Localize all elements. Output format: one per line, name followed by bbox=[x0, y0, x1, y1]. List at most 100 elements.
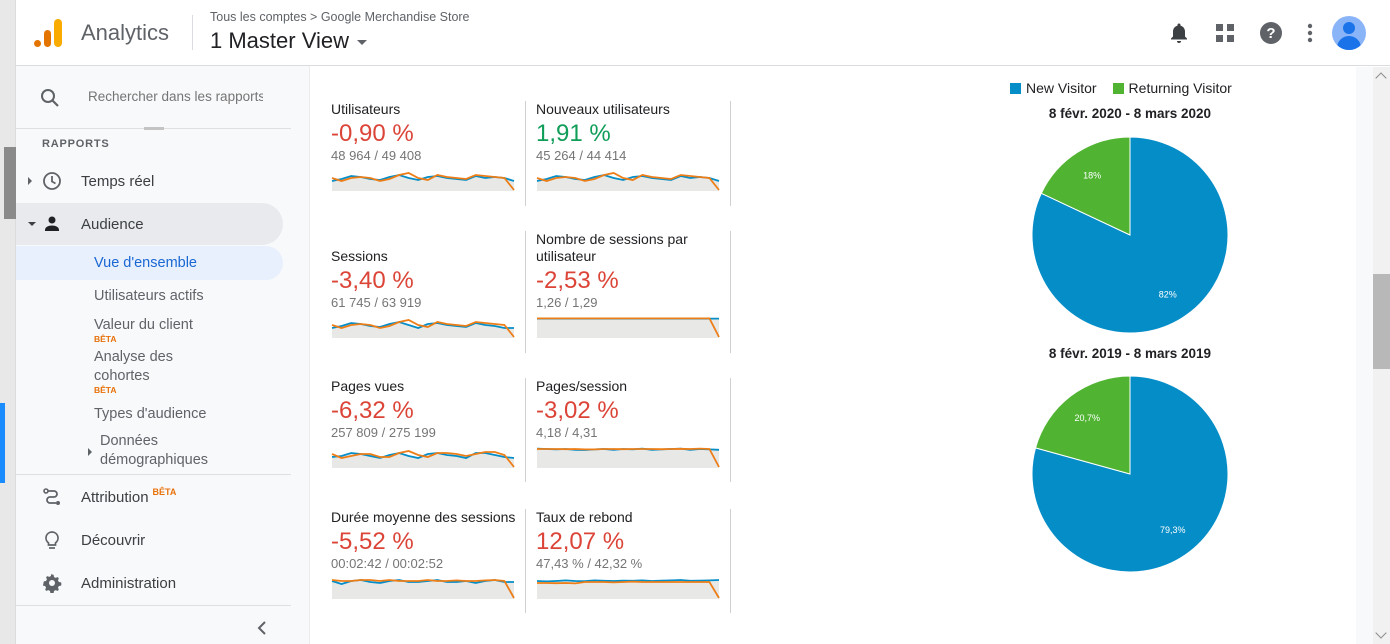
metric-change: -2,53 % bbox=[536, 267, 619, 294]
label-line2: démographiques bbox=[100, 452, 209, 468]
help-button[interactable]: ? bbox=[1248, 14, 1294, 52]
metric-change: -5,52 % bbox=[331, 528, 414, 555]
metric-values: 45 264 / 44 414 bbox=[536, 148, 627, 163]
notifications-button[interactable] bbox=[1156, 14, 1202, 52]
sparkline bbox=[331, 319, 515, 338]
sidebar-divider bbox=[16, 605, 291, 606]
apps-button[interactable] bbox=[1202, 14, 1248, 52]
search-icon bbox=[41, 89, 59, 107]
top-header: Analytics Tous les comptes > Google Merc… bbox=[16, 0, 1390, 66]
sidebar: RAPPORTS Temps réel Audience Vue d'ensem… bbox=[16, 66, 310, 644]
app-name: Analytics bbox=[81, 20, 170, 45]
sidebar-subitem-cohort-analysis[interactable]: Analyse des cohortes BÊTA bbox=[16, 348, 283, 398]
sidebar-subitem-customer-value[interactable]: Valeur du client BÊTA bbox=[16, 316, 283, 344]
subitem-label: Utilisateurs actifs bbox=[94, 288, 204, 304]
left-scroll-thumb[interactable] bbox=[4, 147, 16, 219]
sidebar-item-label: Temps réel bbox=[81, 172, 155, 190]
label-line2: cohortes bbox=[94, 368, 150, 384]
subitem-label: Données démographiques bbox=[100, 432, 208, 470]
scroll-down-icon[interactable] bbox=[1375, 627, 1387, 639]
sparkline-area bbox=[332, 580, 514, 599]
collapse-arrow-icon bbox=[28, 222, 36, 226]
analytics-logo-icon[interactable] bbox=[34, 17, 64, 47]
account-avatar[interactable] bbox=[1332, 16, 1366, 50]
label-line1: Analyse des bbox=[94, 349, 173, 365]
sparkline bbox=[537, 317, 720, 338]
sparkline bbox=[331, 579, 515, 599]
collapse-sidebar-button[interactable] bbox=[257, 621, 267, 640]
legend-label: New Visitor bbox=[1026, 80, 1097, 96]
page-scrollbar[interactable] bbox=[1373, 67, 1390, 644]
metric-title: Pages/session bbox=[536, 378, 628, 394]
bell-icon bbox=[1171, 23, 1187, 43]
gear-icon bbox=[42, 573, 62, 593]
label-text: Valeur du client bbox=[94, 317, 193, 333]
metric-values: 47,43 % / 42,32 % bbox=[536, 556, 643, 571]
beta-badge: BÊTA bbox=[152, 486, 177, 497]
metric-change: -3,02 % bbox=[536, 397, 619, 424]
metric-title: Nombre de sessions par utilisateur bbox=[536, 231, 730, 265]
edge-highlight bbox=[0, 403, 5, 483]
content-gutter bbox=[1356, 67, 1373, 644]
tile-separator bbox=[730, 509, 731, 613]
view-selector[interactable]: 1 Master View bbox=[210, 28, 367, 54]
browser-edge bbox=[0, 0, 16, 644]
metric-pages-per-session[interactable]: Pages/session -3,02 % 4,18 / 4,31 bbox=[536, 378, 730, 468]
tile-separator bbox=[525, 378, 526, 482]
sparkline bbox=[536, 172, 720, 191]
sidebar-subitem-active-users[interactable]: Utilisateurs actifs bbox=[16, 287, 283, 309]
caret-down-icon bbox=[356, 40, 367, 45]
metric-bounce-rate[interactable]: Taux de rebond 12,07 % 47,43 % / 42,32 % bbox=[536, 509, 730, 599]
legend-swatch-returning bbox=[1112, 82, 1124, 94]
metric-change: 12,07 % bbox=[536, 528, 625, 555]
metric-new-users[interactable]: Nouveaux utilisateurs 1,91 % 45 264 / 44… bbox=[536, 101, 730, 191]
more-options-button[interactable] bbox=[1294, 14, 1326, 52]
sidebar-item-attribution[interactable]: Attribution BÊTA bbox=[16, 476, 283, 518]
breadcrumb[interactable]: Tous les comptes > Google Merchandise St… bbox=[210, 10, 470, 24]
sidebar-item-audience[interactable]: Audience bbox=[16, 203, 283, 245]
metric-values: 4,18 / 4,31 bbox=[536, 425, 598, 440]
scroll-up-icon[interactable] bbox=[1375, 72, 1387, 84]
person-icon bbox=[45, 216, 59, 231]
sidebar-item-realtime[interactable]: Temps réel bbox=[16, 160, 283, 202]
attribution-icon bbox=[43, 488, 60, 505]
sidebar-item-label: Administration bbox=[81, 574, 177, 592]
help-icon: ? bbox=[1260, 22, 1282, 44]
label-line1: Données bbox=[100, 433, 159, 449]
metric-sessions[interactable]: Sessions -3,40 % 61 745 / 63 919 bbox=[331, 248, 525, 338]
legend-item-returning-visitor[interactable]: Returning Visitor bbox=[1112, 80, 1232, 96]
clock-icon bbox=[43, 172, 61, 190]
pie-label: 79,3% bbox=[1160, 525, 1186, 535]
sidebar-item-label: Audience bbox=[81, 215, 144, 233]
scroll-thumb[interactable] bbox=[1373, 274, 1390, 369]
sidebar-subitem-audience-types[interactable]: Types d'audience bbox=[16, 405, 283, 427]
sparkline bbox=[331, 172, 515, 191]
metric-change: 1,91 % bbox=[536, 120, 611, 147]
beta-badge: BÊTA bbox=[94, 334, 117, 344]
resize-handle[interactable] bbox=[144, 127, 164, 130]
metric-values: 61 745 / 63 919 bbox=[331, 295, 422, 310]
sidebar-item-admin[interactable]: Administration bbox=[16, 562, 283, 604]
subitem-label: Vue d'ensemble bbox=[94, 255, 197, 271]
metric-avg-session-duration[interactable]: Durée moyenne des sessions -5,52 % 00:02… bbox=[331, 509, 525, 599]
tile-separator bbox=[525, 101, 526, 206]
legend-item-new-visitor[interactable]: New Visitor bbox=[1010, 80, 1097, 96]
metric-sessions-per-user[interactable]: Nombre de sessions par utilisateur -2,53 … bbox=[536, 231, 730, 338]
sidebar-subitem-overview[interactable]: Vue d'ensemble bbox=[16, 246, 283, 280]
pie-chart-previous: 79,3% 20,7% bbox=[1031, 375, 1229, 573]
metric-users[interactable]: Utilisateurs -0,90 % 48 964 / 49 408 bbox=[331, 101, 525, 191]
sidebar-item-discover[interactable]: Découvrir bbox=[16, 519, 283, 561]
legend-swatch-new bbox=[1010, 82, 1021, 94]
sidebar-subitem-demographics[interactable]: Données démographiques bbox=[16, 432, 283, 472]
sparkline bbox=[331, 450, 515, 468]
tile-separator bbox=[730, 231, 731, 353]
beta-badge: BÊTA bbox=[94, 385, 117, 395]
search-input[interactable] bbox=[88, 89, 263, 104]
apps-grid-icon bbox=[1216, 24, 1234, 42]
sidebar-divider bbox=[16, 474, 291, 475]
expand-arrow-icon bbox=[28, 177, 32, 185]
pie-title-current: 8 févr. 2020 - 8 mars 2020 bbox=[1048, 106, 1212, 121]
sidebar-item-label: Découvrir bbox=[81, 531, 146, 549]
metric-pageviews[interactable]: Pages vues -6,32 % 257 809 / 275 199 bbox=[331, 378, 525, 468]
svg-text:?: ? bbox=[1266, 25, 1275, 42]
